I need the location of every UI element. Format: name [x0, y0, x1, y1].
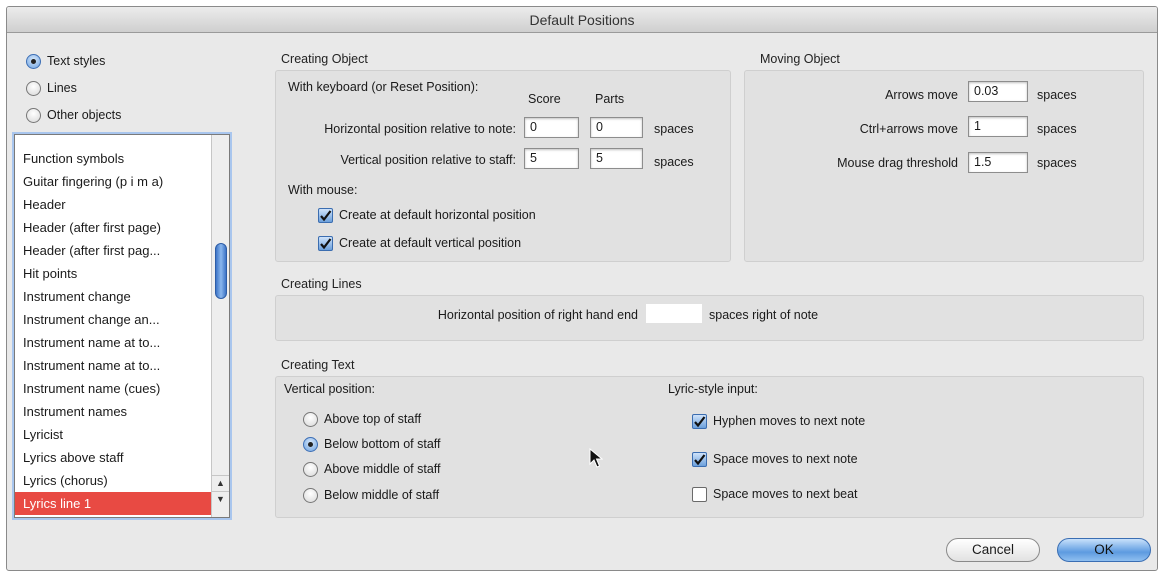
checkmark-icon	[318, 235, 333, 251]
checkmark-icon	[692, 413, 707, 429]
drag-threshold-label: Mouse drag threshold	[837, 156, 958, 170]
horizontal-parts-field[interactable]: 0	[590, 117, 643, 138]
right-hand-end-suffix: spaces right of note	[709, 308, 819, 322]
list-item[interactable]: Header (after first pag...	[15, 239, 211, 262]
radio-label: Below middle of staff	[324, 488, 440, 502]
radio-label: Lines	[47, 81, 77, 95]
text-styles-list[interactable]: Function symbols Guitar fingering (p i m…	[14, 134, 230, 518]
list-item[interactable]: Lyricist	[15, 423, 211, 446]
space-next-note-checkbox[interactable]: Space moves to next note	[692, 450, 858, 468]
radio-icon	[303, 461, 318, 477]
space-next-beat-checkbox[interactable]: Space moves to next beat	[692, 485, 858, 503]
arrows-move-field[interactable]: 0.03	[968, 81, 1028, 102]
list-item[interactable]: Instrument change	[15, 285, 211, 308]
checkbox-label: Create at default horizontal position	[339, 208, 536, 222]
score-column-header: Score	[528, 92, 561, 106]
list-scrollbar[interactable]: ▲ ▼	[211, 135, 229, 517]
keyboard-label: With keyboard (or Reset Position):	[288, 80, 479, 94]
list-item[interactable]: Instrument name (cues)	[15, 377, 211, 400]
list-item[interactable]: Header	[15, 193, 211, 216]
cancel-button[interactable]: Cancel	[946, 538, 1040, 562]
list-item-selected[interactable]: Lyrics line 1	[15, 492, 211, 515]
ctrl-arrows-label: Ctrl+arrows move	[859, 122, 958, 136]
radio-icon	[26, 107, 41, 123]
vertical-score-field[interactable]: 5	[524, 148, 579, 169]
ok-button[interactable]: OK	[1057, 538, 1151, 562]
lyric-style-heading: Lyric-style input:	[668, 382, 758, 396]
checkbox-label: Space moves to next note	[713, 452, 858, 466]
radio-label: Text styles	[47, 54, 106, 68]
horizontal-score-field[interactable]: 0	[524, 117, 579, 138]
radio-label: Above top of staff	[324, 412, 422, 426]
creating-lines-title: Creating Lines	[281, 277, 362, 291]
creating-text-title: Creating Text	[281, 358, 355, 372]
window-title: Default Positions	[7, 7, 1157, 33]
scroll-up-arrow-icon[interactable]: ▲	[212, 475, 229, 489]
radio-below-bottom-of-staff[interactable]: Below bottom of staff	[303, 435, 441, 453]
radio-label: Other objects	[47, 108, 122, 122]
arrows-units: spaces	[1037, 88, 1077, 102]
create-default-horizontal-checkbox[interactable]: Create at default horizontal position	[318, 206, 536, 224]
horizontal-units: spaces	[654, 122, 694, 136]
radio-icon	[26, 53, 41, 69]
radio-label: Above middle of staff	[324, 462, 441, 476]
list-item[interactable]: Instrument name at to...	[15, 331, 211, 354]
vertical-parts-field[interactable]: 5	[590, 148, 643, 169]
moving-object-title: Moving Object	[760, 52, 840, 66]
create-default-vertical-checkbox[interactable]: Create at default vertical position	[318, 234, 521, 252]
scroll-thumb[interactable]	[215, 243, 227, 299]
radio-icon	[303, 487, 318, 503]
list-item[interactable]: Function symbols	[15, 147, 211, 170]
list-item[interactable]: Lyrics (chorus)	[15, 469, 211, 492]
radio-icon	[26, 80, 41, 96]
list-item[interactable]: Instrument name at to...	[15, 354, 211, 377]
checkbox-label: Hyphen moves to next note	[713, 414, 866, 428]
checkbox-label: Space moves to next beat	[713, 487, 858, 501]
ctrl-arrows-field[interactable]: 1	[968, 116, 1028, 137]
radio-label: Below bottom of staff	[324, 437, 441, 451]
arrows-move-label: Arrows move	[885, 88, 958, 102]
mouse-pointer-icon	[589, 448, 603, 468]
vertical-position-heading: Vertical position:	[284, 382, 376, 396]
radio-icon	[303, 411, 318, 427]
radio-text-styles[interactable]: Text styles	[26, 52, 105, 70]
scroll-down-arrow-icon[interactable]: ▼	[212, 491, 229, 505]
parts-column-header: Parts	[595, 92, 625, 106]
ctrl-units: spaces	[1037, 122, 1077, 136]
checkmark-icon	[318, 207, 333, 223]
radio-icon	[303, 436, 318, 452]
list-item[interactable]: Instrument change an...	[15, 308, 211, 331]
list-item[interactable]: Header (after first page)	[15, 216, 211, 239]
creating-object-title: Creating Object	[281, 52, 368, 66]
radio-other-objects[interactable]: Other objects	[26, 106, 121, 124]
radio-lines[interactable]: Lines	[26, 79, 77, 97]
right-hand-end-label: Horizontal position of right hand end	[437, 308, 638, 322]
checkbox-box	[692, 486, 707, 502]
right-hand-end-field[interactable]	[645, 303, 703, 324]
radio-above-top-of-staff[interactable]: Above top of staff	[303, 410, 421, 428]
drag-units: spaces	[1037, 156, 1077, 170]
list-item[interactable]: Guitar fingering (p i m a)	[15, 170, 211, 193]
checkbox-label: Create at default vertical position	[339, 236, 522, 250]
drag-threshold-field[interactable]: 1.5	[968, 152, 1028, 173]
radio-below-middle-of-staff[interactable]: Below middle of staff	[303, 486, 439, 504]
list-item[interactable]: Hit points	[15, 262, 211, 285]
list-item[interactable]: Lyrics above staff	[15, 446, 211, 469]
list-item[interactable]: Instrument names	[15, 400, 211, 423]
checkmark-icon	[692, 451, 707, 467]
vertical-position-label: Vertical position relative to staff:	[340, 153, 516, 167]
hyphen-next-note-checkbox[interactable]: Hyphen moves to next note	[692, 412, 865, 430]
horizontal-position-label: Horizontal position relative to note:	[324, 122, 516, 136]
radio-above-middle-of-staff[interactable]: Above middle of staff	[303, 460, 441, 478]
with-mouse-label: With mouse:	[288, 183, 358, 197]
vertical-units: spaces	[654, 155, 694, 169]
